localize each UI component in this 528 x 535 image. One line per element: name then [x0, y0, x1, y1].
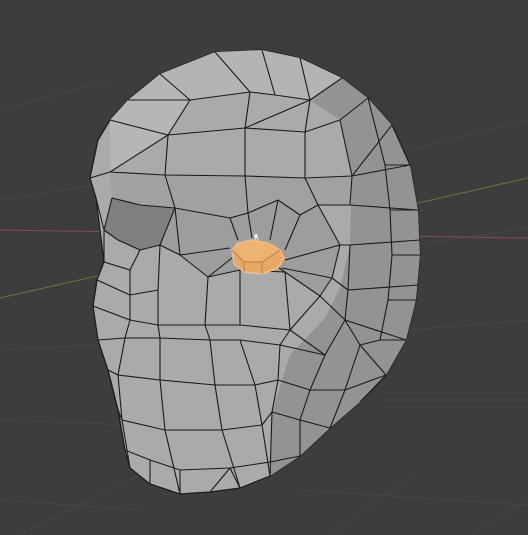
viewport-canvas[interactable] [0, 0, 528, 535]
selected-vertex[interactable] [254, 234, 258, 238]
head-mesh[interactable] [89, 49, 421, 495]
3d-viewport[interactable] [0, 0, 528, 535]
